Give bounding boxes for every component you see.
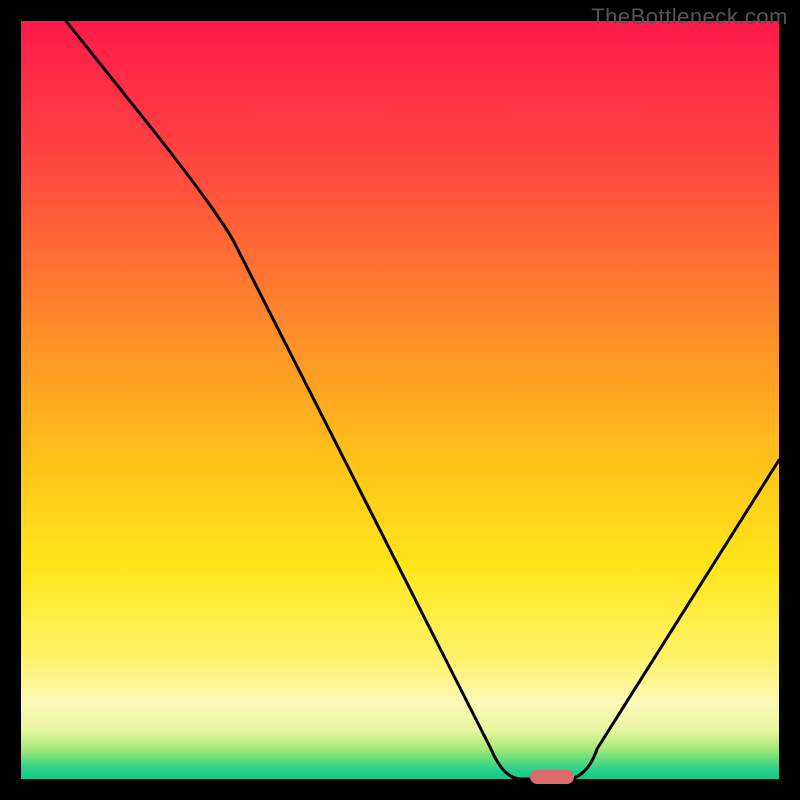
plot-background	[21, 21, 779, 779]
sweet-spot-marker	[530, 770, 574, 784]
chart-svg	[0, 0, 800, 800]
watermark-text: TheBottleneck.com	[591, 4, 788, 30]
chart-frame: TheBottleneck.com	[0, 0, 800, 800]
